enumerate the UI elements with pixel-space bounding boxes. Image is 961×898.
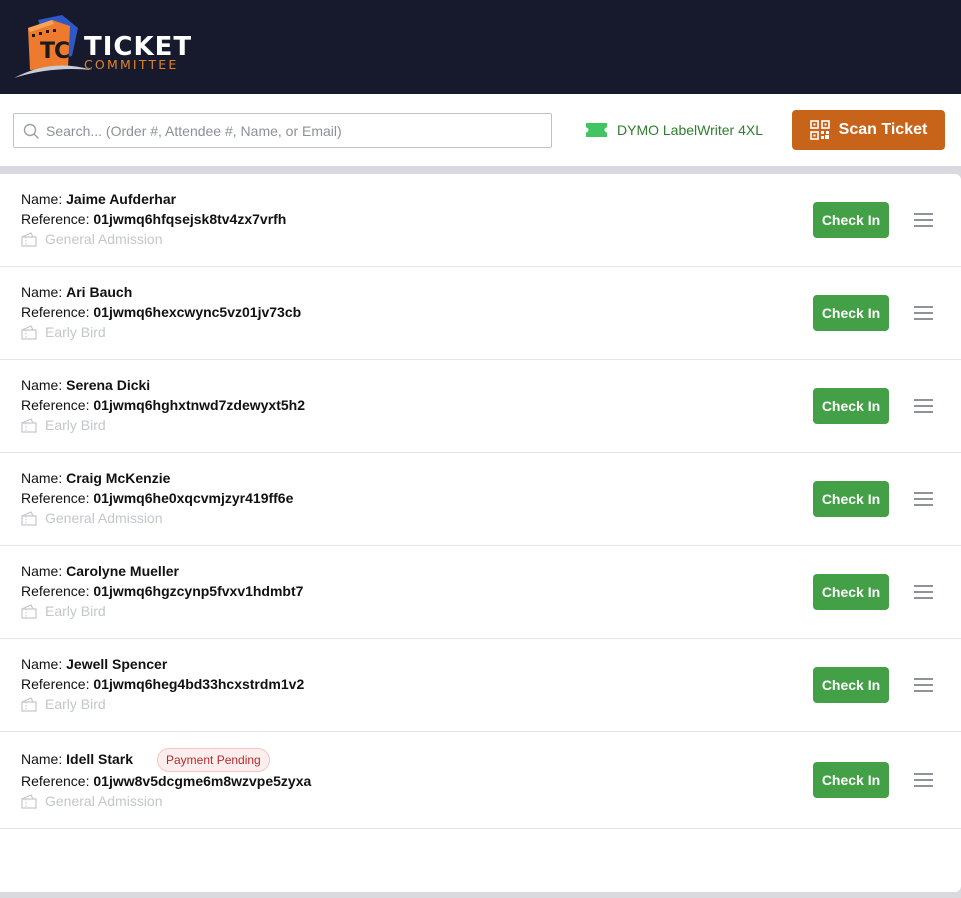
check-in-button[interactable]: Check In xyxy=(813,667,889,703)
row-menu-icon[interactable] xyxy=(914,213,936,229)
reference-label: Reference: xyxy=(21,773,90,789)
check-in-button[interactable]: Check In xyxy=(813,481,889,517)
name-label: Name: xyxy=(21,284,63,300)
name-label: Name: xyxy=(21,656,63,672)
printer-label: DYMO LabelWriter 4XL xyxy=(617,122,764,138)
attendee-reference: 01jww8v5dcgme6m8wzvpe5zyxa xyxy=(93,773,312,789)
attendee-row: Name: Serena Dicki Reference: 01jwmq6hgh… xyxy=(0,360,961,453)
check-in-button[interactable]: Check In xyxy=(813,762,889,798)
toolbar: DYMO LabelWriter 4XL Scan Ticket xyxy=(0,94,961,166)
attendee-list: Name: Jaime Aufderhar Reference: 01jwmq6… xyxy=(0,174,961,892)
ticket-type-label: General Admission xyxy=(45,510,163,526)
attendee-name: Carolyne Mueller xyxy=(66,563,179,579)
attendee-reference: 01jwmq6he0xqcvmjzyr419ff6e xyxy=(93,490,294,506)
name-label: Name: xyxy=(21,563,63,579)
attendee-reference: 01jwmq6hexcwync5vz01jv73cb xyxy=(93,304,302,320)
row-menu-icon[interactable] xyxy=(914,306,936,322)
ticket-outline-icon xyxy=(21,510,37,526)
row-menu-icon[interactable] xyxy=(914,585,936,601)
name-label: Name: xyxy=(21,377,63,393)
qr-code-icon xyxy=(809,120,830,140)
attendee-reference: 01jwmq6hfqsejsk8tv4zx7vrfh xyxy=(93,211,287,227)
reference-label: Reference: xyxy=(21,583,90,599)
payment-pending-badge: Payment Pending xyxy=(157,748,270,772)
reference-label: Reference: xyxy=(21,304,90,320)
reference-label: Reference: xyxy=(21,490,90,506)
attendee-reference: 01jwmq6heg4bd33hcxstrdm1v2 xyxy=(93,676,305,692)
name-label: Name: xyxy=(21,751,63,767)
scan-ticket-label: Scan Ticket xyxy=(838,121,928,138)
search-input[interactable] xyxy=(46,114,546,147)
ticket-outline-icon xyxy=(21,603,37,619)
attendee-name: Jewell Spencer xyxy=(66,656,168,672)
reference-label: Reference: xyxy=(21,397,90,413)
row-menu-icon[interactable] xyxy=(914,492,936,508)
attendee-row: Name: Craig McKenzie Reference: 01jwmq6h… xyxy=(0,453,961,546)
ticket-type-label: General Admission xyxy=(45,793,163,809)
ticket-type-label: General Admission xyxy=(45,231,163,247)
search-box[interactable] xyxy=(13,113,552,148)
attendee-row: Name: Carolyne Mueller Reference: 01jwmq… xyxy=(0,546,961,639)
ticket-outline-icon xyxy=(21,417,37,433)
scan-ticket-button[interactable]: Scan Ticket xyxy=(792,110,945,150)
attendee-name: Idell Stark xyxy=(66,751,134,767)
ticket-type: Early Bird xyxy=(21,603,106,619)
brand-name-line2: COMMITTEE xyxy=(84,57,179,72)
reference-label: Reference: xyxy=(21,211,90,227)
attendee-row: Name: Jaime Aufderhar Reference: 01jwmq6… xyxy=(0,174,961,267)
ticket-type: Early Bird xyxy=(21,324,106,340)
check-in-button[interactable]: Check In xyxy=(813,202,889,238)
reference-label: Reference: xyxy=(21,676,90,692)
row-menu-icon[interactable] xyxy=(914,678,936,694)
name-label: Name: xyxy=(21,191,63,207)
ticket-type-label: Early Bird xyxy=(45,696,106,712)
ticket-type-label: Early Bird xyxy=(45,603,106,619)
search-icon xyxy=(23,123,39,139)
ticket-type: General Admission xyxy=(21,793,163,809)
row-menu-icon[interactable] xyxy=(914,399,936,415)
ticket-type: General Admission xyxy=(21,510,163,526)
attendee-row: Name: Ari Bauch Reference: 01jwmq6hexcwy… xyxy=(0,267,961,360)
ticket-outline-icon xyxy=(21,696,37,712)
row-menu-icon[interactable] xyxy=(914,773,936,789)
attendee-name: Craig McKenzie xyxy=(66,470,171,486)
ticket-outline-icon xyxy=(21,793,37,809)
ticket-icon xyxy=(586,123,607,137)
ticket-type: Early Bird xyxy=(21,417,106,433)
attendee-reference: 01jwmq6hghxtnwd7zdewyxt5h2 xyxy=(93,397,305,413)
attendee-row: Name: Idell Stark Payment Pending Refere… xyxy=(0,732,961,829)
ticket-type: General Admission xyxy=(21,231,163,247)
name-label: Name: xyxy=(21,470,63,486)
attendee-name: Serena Dicki xyxy=(66,377,151,393)
attendee-row: Name: Jewell Spencer Reference: 01jwmq6h… xyxy=(0,639,961,732)
ticket-type: Early Bird xyxy=(21,696,106,712)
attendee-name: Jaime Aufderhar xyxy=(66,191,177,207)
printer-indicator[interactable]: DYMO LabelWriter 4XL xyxy=(586,121,763,139)
attendee-reference: 01jwmq6hgzcynp5fvxv1hdmbt7 xyxy=(93,583,304,599)
check-in-button[interactable]: Check In xyxy=(813,388,889,424)
top-bar: TC TICKET COMMITTEE xyxy=(0,0,961,94)
logo-letters: TC xyxy=(40,39,70,64)
ticket-outline-icon xyxy=(21,324,37,340)
ticket-type-label: Early Bird xyxy=(45,324,106,340)
ticket-type-label: Early Bird xyxy=(45,417,106,433)
ticket-outline-icon xyxy=(21,231,37,247)
attendee-name: Ari Bauch xyxy=(66,284,133,300)
check-in-button[interactable]: Check In xyxy=(813,574,889,610)
check-in-button[interactable]: Check In xyxy=(813,295,889,331)
